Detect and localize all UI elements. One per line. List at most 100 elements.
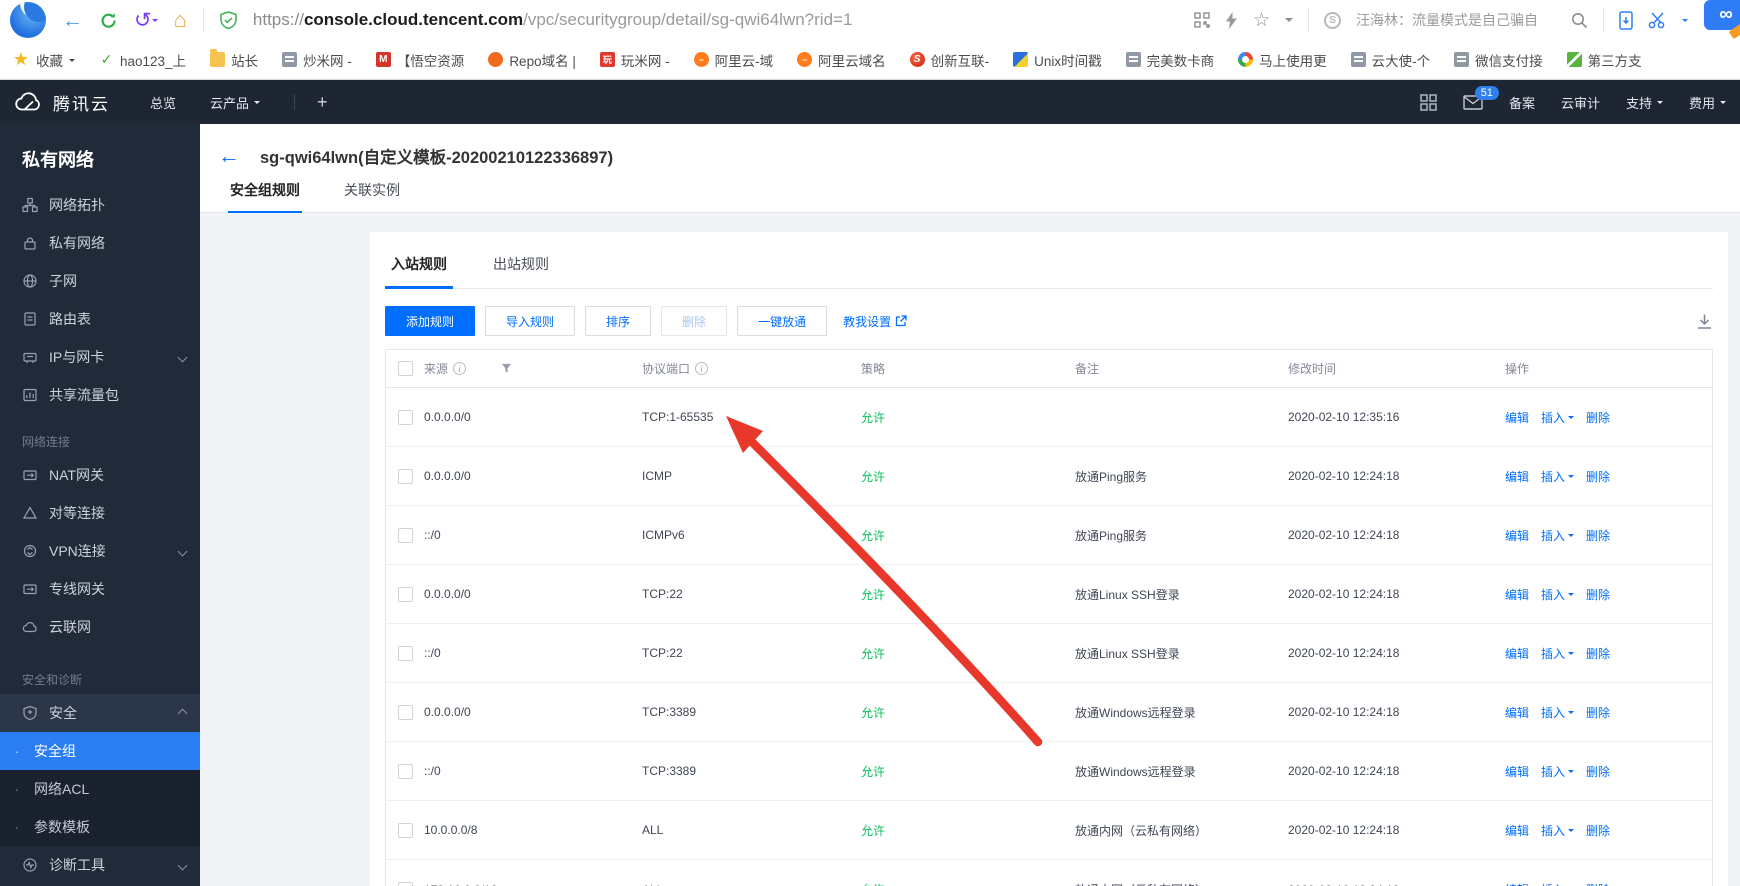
- topnav-item[interactable]: 总览: [150, 93, 176, 112]
- edit-link[interactable]: 编辑: [1505, 881, 1529, 886]
- delete-link[interactable]: 删除: [1586, 763, 1610, 780]
- sidebar-item-security[interactable]: 安全: [0, 694, 200, 732]
- insert-link[interactable]: 插入: [1541, 881, 1574, 886]
- row-checkbox[interactable]: [397, 882, 413, 886]
- tab-security-group-rules[interactable]: 安全组规则: [228, 180, 302, 213]
- sidebar-item-network-topology[interactable]: 网络拓扑: [0, 186, 200, 224]
- sidebar-item-shared-bandwidth[interactable]: 共享流量包: [0, 376, 200, 414]
- bookmark-item[interactable]: 云大使-个: [1350, 50, 1430, 70]
- delete-link[interactable]: 删除: [1586, 704, 1610, 721]
- apps-grid-icon[interactable]: [1420, 93, 1437, 111]
- edit-link[interactable]: 编辑: [1505, 645, 1529, 662]
- sidebar-item-direct-connect-gateway[interactable]: 专线网关: [0, 570, 200, 608]
- row-checkbox[interactable]: [397, 527, 413, 543]
- sidebar-item-peering[interactable]: 对等连接: [0, 494, 200, 532]
- browser-corner-badge[interactable]: ∞: [1704, 0, 1740, 30]
- bookmark-item[interactable]: S 创新互联-: [909, 50, 989, 70]
- import-rule-button[interactable]: 导入规则: [485, 306, 576, 336]
- edit-link[interactable]: 编辑: [1505, 527, 1529, 544]
- scissors-dropdown-icon[interactable]: [1682, 19, 1688, 25]
- insert-link[interactable]: 插入: [1541, 645, 1575, 662]
- download-icon[interactable]: [1696, 313, 1713, 330]
- edit-link[interactable]: 编辑: [1505, 822, 1529, 839]
- lightning-icon[interactable]: [1225, 11, 1238, 29]
- delete-link[interactable]: 删除: [1586, 586, 1610, 603]
- row-checkbox[interactable]: [397, 586, 413, 602]
- tencent-cloud-logo[interactable]: 腾讯云: [14, 90, 110, 115]
- filter-funnel-icon[interactable]: [501, 363, 512, 374]
- sort-button[interactable]: 排序: [585, 306, 652, 336]
- send-to-phone-icon[interactable]: [1619, 10, 1633, 30]
- sidebar-item-vpc[interactable]: 私有网络: [0, 224, 200, 262]
- topnav-right-item[interactable]: 支持: [1626, 93, 1663, 112]
- messages-icon[interactable]: 51: [1463, 85, 1499, 110]
- insert-link[interactable]: 插入: [1541, 586, 1575, 603]
- bookmark-item[interactable]: 马上使用更: [1238, 50, 1327, 70]
- edit-link[interactable]: 编辑: [1505, 468, 1529, 485]
- back-icon[interactable]: ←: [62, 10, 83, 31]
- delete-link[interactable]: 删除: [1586, 881, 1610, 886]
- row-checkbox[interactable]: [397, 409, 413, 425]
- delete-link[interactable]: 删除: [1586, 409, 1610, 426]
- sidebar-item-parameter-template[interactable]: · 参数模板: [0, 808, 200, 846]
- topnav-right-item[interactable]: 云审计: [1561, 93, 1600, 112]
- row-checkbox[interactable]: [397, 645, 413, 661]
- sidebar-item-ip-nic[interactable]: IP与网卡: [0, 338, 200, 376]
- tab-outbound-rules[interactable]: 出站规则: [487, 248, 555, 289]
- row-checkbox[interactable]: [397, 763, 413, 779]
- bookmark-item[interactable]: 第三方支: [1566, 50, 1642, 70]
- tab-inbound-rules[interactable]: 入站规则: [385, 248, 453, 289]
- bookmark-item[interactable]: 微信支付接: [1454, 50, 1543, 70]
- bookmark-item[interactable]: Repo域名 |: [488, 50, 576, 70]
- topnav-item[interactable]: 云产品: [210, 93, 261, 112]
- sidebar-item-security-group[interactable]: · 安全组: [0, 732, 200, 770]
- bookmark-item[interactable]: − 阿里云-域: [693, 50, 773, 70]
- delete-button[interactable]: 删除: [661, 306, 728, 336]
- insert-link[interactable]: 插入: [1541, 409, 1575, 426]
- delete-link[interactable]: 删除: [1586, 468, 1610, 485]
- tab-associated-instances[interactable]: 关联实例: [342, 180, 402, 213]
- favorites-dropdown-icon[interactable]: [1285, 18, 1293, 26]
- teach-me-link[interactable]: 教我设置: [843, 313, 907, 330]
- bookmark-item[interactable]: ✓ hao123_上: [99, 50, 186, 70]
- info-icon[interactable]: i: [453, 362, 467, 375]
- edit-link[interactable]: 编辑: [1505, 763, 1529, 780]
- refresh-icon[interactable]: [99, 11, 118, 30]
- delete-link[interactable]: 删除: [1586, 822, 1610, 839]
- sidebar-item-route-table[interactable]: 路由表: [0, 300, 200, 338]
- delete-link[interactable]: 删除: [1586, 527, 1610, 544]
- edit-link[interactable]: 编辑: [1505, 586, 1529, 603]
- bookmark-item[interactable]: M 【悟空资源: [375, 50, 464, 70]
- edit-link[interactable]: 编辑: [1505, 409, 1529, 426]
- search-icon[interactable]: [1571, 12, 1588, 29]
- insert-link[interactable]: 插入: [1541, 763, 1575, 780]
- qr-code-icon[interactable]: [1194, 12, 1210, 28]
- favorite-star-icon[interactable]: ☆: [1253, 9, 1270, 32]
- address-search-suggestion[interactable]: 汪海林：流量模式是自己骗自: [1356, 10, 1556, 30]
- bookmark-item[interactable]: 玩玩米网 -: [599, 50, 670, 70]
- bookmark-item[interactable]: − 阿里云域名: [797, 50, 886, 70]
- sidebar-item-ccn[interactable]: 云联网: [0, 608, 200, 646]
- address-bar[interactable]: https://console.cloud.tencent.com/vpc/se…: [253, 10, 1178, 30]
- bookmark-item[interactable]: ★ 收藏: [12, 49, 75, 70]
- https-shield-icon[interactable]: [220, 10, 237, 30]
- screenshot-scissors-icon[interactable]: [1648, 11, 1667, 29]
- edit-link[interactable]: 编辑: [1505, 704, 1529, 721]
- home-icon[interactable]: ⌂: [174, 9, 187, 31]
- sidebar-item-vpn[interactable]: VPN连接: [0, 532, 200, 570]
- row-checkbox[interactable]: [397, 468, 413, 484]
- insert-link[interactable]: 插入: [1541, 468, 1575, 485]
- browser-logo[interactable]: [10, 2, 46, 38]
- sidebar-item-network-acl[interactable]: · 网络ACL: [0, 770, 200, 808]
- insert-link[interactable]: 插入: [1541, 527, 1575, 544]
- row-checkbox[interactable]: [397, 822, 413, 838]
- bookmark-item[interactable]: 完美数卡商: [1125, 50, 1214, 70]
- bookmark-item[interactable]: 炒米网 -: [282, 50, 352, 70]
- add-tab-icon[interactable]: +: [317, 92, 328, 113]
- info-icon[interactable]: i: [695, 362, 709, 375]
- insert-link[interactable]: 插入: [1541, 704, 1575, 721]
- add-rule-button[interactable]: 添加规则: [385, 306, 476, 336]
- bookmark-item[interactable]: 站长: [210, 49, 258, 70]
- row-checkbox[interactable]: [397, 704, 413, 720]
- select-all-checkbox[interactable]: [397, 361, 413, 376]
